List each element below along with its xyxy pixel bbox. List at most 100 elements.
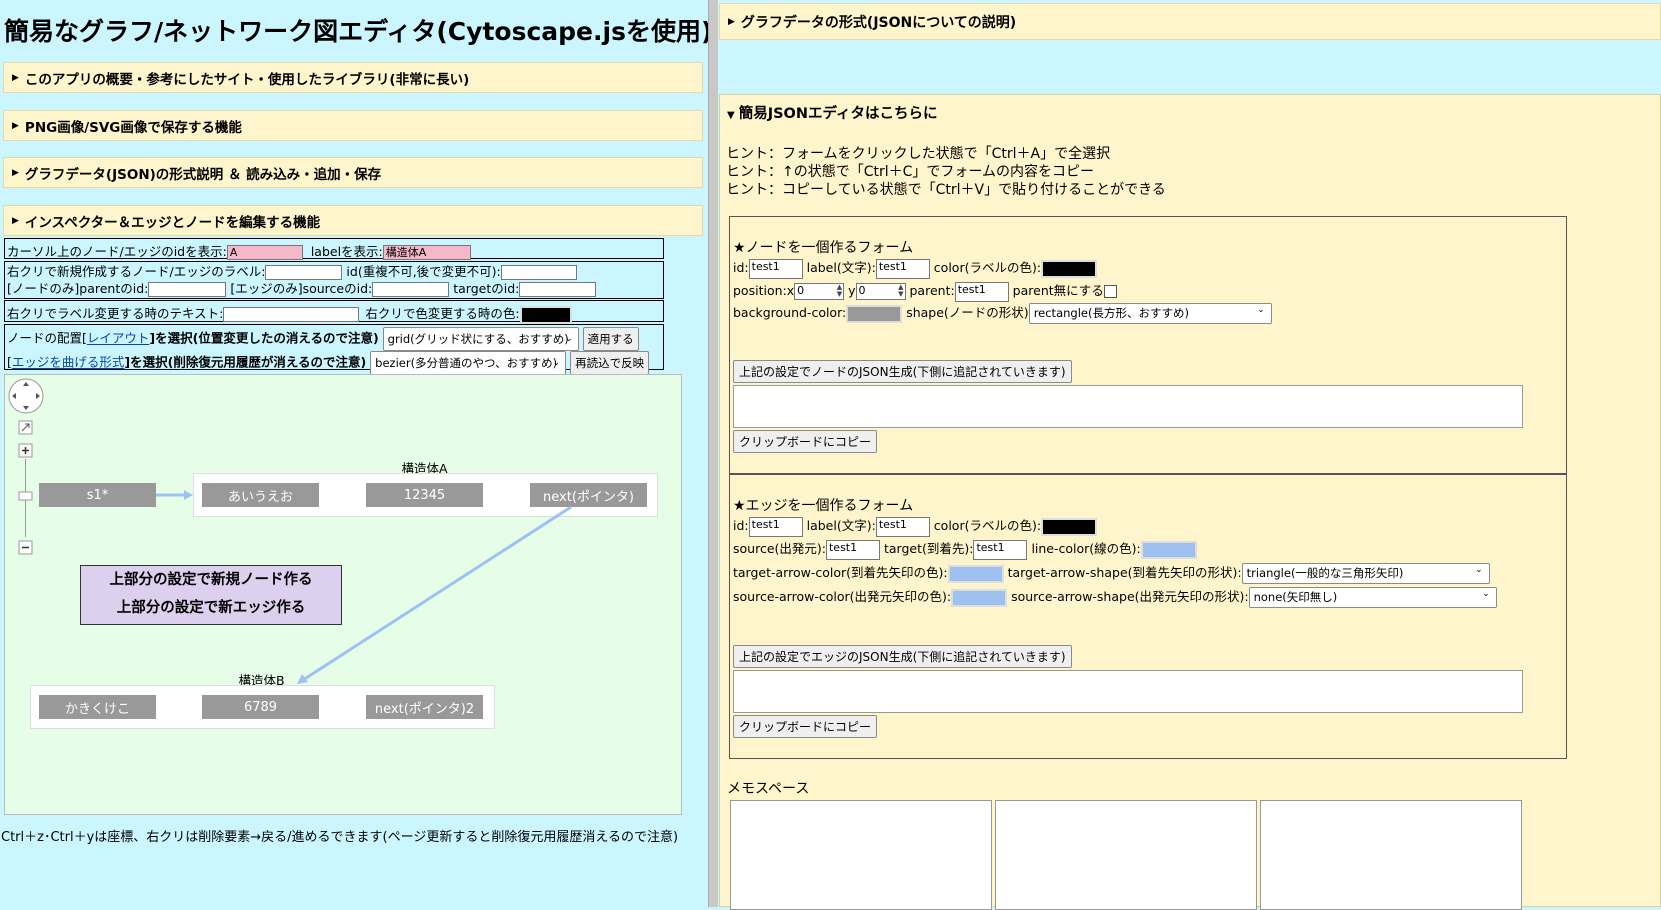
- no-parent-checkbox[interactable]: [1103, 285, 1117, 298]
- node-y-label: y: [848, 283, 856, 298]
- parent-id-input[interactable]: [148, 282, 227, 297]
- edge-color-picker[interactable]: [1041, 517, 1098, 536]
- node-bg-color-picker[interactable]: [846, 304, 903, 323]
- inspector-new-element-row: 右クリで新規作成するノード/エッジのラベル: id(重複不可,後で変更不可): …: [4, 261, 664, 299]
- node-x-value: 0: [797, 284, 805, 297]
- recolor-color-picker[interactable]: [519, 305, 572, 324]
- accordion-label: このアプリの概要・参考にしたサイト・使用したライブラリ(非常に長い): [24, 71, 470, 88]
- spinner-icon[interactable]: ▲ ▼: [837, 284, 842, 298]
- target-arrow-color-picker[interactable]: [947, 564, 1004, 583]
- node-color-picker[interactable]: [1041, 259, 1098, 278]
- edge-form-heading: ★エッジを一個作るフォーム: [733, 498, 914, 514]
- note-line-1: 上部分の設定で新規ノード作る: [109, 572, 313, 588]
- relabel-text-label: 右クリでラベル変更する時のテキスト:: [7, 306, 224, 321]
- accordion-json-io[interactable]: ▶ グラフデータ(JSON)の形式説明 ＆ 読み込み・追加・保存: [3, 157, 703, 188]
- apply-layout-button[interactable]: 適用する: [582, 327, 639, 351]
- node-parent-label: parent:: [909, 283, 955, 298]
- source-arrow-color-picker[interactable]: [951, 588, 1008, 607]
- json-editor-panel: ▼ 簡易JSONエディタはこちらに ヒント：フォームをクリックした状態で「Ctrl…: [719, 94, 1661, 910]
- edge-target-input[interactable]: test1: [973, 539, 1028, 560]
- node-position-label: position:x: [733, 283, 795, 298]
- generate-edge-json-button[interactable]: 上記の設定でエッジのJSON生成(下側に追記されていきます): [733, 645, 1072, 668]
- footer-note: Ctrl＋z･Ctrl＋yは座標、右クリは削除要素→戻る/進めるできます(ページ…: [1, 830, 679, 845]
- edge-form-line-1: id: test1 label(文字): test1 color(ラベルの色):: [733, 515, 1098, 537]
- edge-color-label: color(ラベルの色):: [933, 518, 1042, 533]
- accordion-label: グラフデータ(JSON)の形式説明 ＆ 読み込み・追加・保存: [24, 166, 382, 183]
- edge-form-line-2: source(出発元): test1 target(到着先): test1 line…: [733, 538, 1197, 560]
- edge-line-color-picker[interactable]: [1140, 540, 1197, 559]
- hover-id-field[interactable]: A: [226, 245, 303, 260]
- relabel-text-input[interactable]: [223, 307, 360, 322]
- new-id-label: id(重複不可,後で変更不可):: [346, 264, 501, 279]
- node-label-input[interactable]: test1: [875, 258, 930, 279]
- target-id-input[interactable]: [519, 282, 597, 297]
- memo-space-label: メモスペース: [727, 781, 810, 797]
- chevron-down-icon: ⌄: [552, 358, 561, 368]
- graph-canvas[interactable]: 構造体A s1* あいうえお 12345 next(ポインタ) 構造体B かきく…: [4, 374, 682, 815]
- edge-form: ★エッジを一個作るフォーム id: test1 label(文字): test1 c…: [729, 474, 1567, 759]
- target-arrow-shape-select[interactable]: triangle(一般的な三角形矢印) ⌄: [1241, 563, 1490, 584]
- hint-line-1: ヒント：フォームをクリックした状態で「Ctrl＋A」で全選択: [726, 146, 1111, 162]
- layout-post-text: ]を選択(位置変更したの消えるので注意): [149, 330, 379, 346]
- chevron-down-icon: ⌄: [1482, 589, 1490, 599]
- json-editor-title: 簡易JSONエディタはこちらに: [738, 106, 938, 122]
- new-label-input[interactable]: [265, 265, 343, 280]
- accordion-save-image[interactable]: ▶ PNG画像/SVG画像で保存する機能: [3, 110, 703, 141]
- generate-node-json-button[interactable]: 上記の設定でノードのJSON生成(下側に追記されていきます): [733, 360, 1072, 383]
- layout-pre-text: ノードの配置[: [7, 330, 87, 346]
- expand-triangle-icon: ▶: [12, 215, 19, 226]
- edge-next-to-b[interactable]: [302, 505, 572, 682]
- source-arrow-shape-value: none(矢印無し): [1253, 590, 1338, 604]
- node-json-textarea[interactable]: [733, 385, 1523, 428]
- edge-target-label: target(到着先):: [883, 541, 974, 556]
- reload-apply-button[interactable]: 再読込で反映: [570, 351, 650, 375]
- target-arrow-shape-label: target-arrow-shape(到着先矢印の形状):: [1007, 565, 1242, 580]
- node-shape-select[interactable]: rectangle(長方形、おすすめ) ⌄: [1028, 303, 1272, 324]
- source-arrow-shape-label: source-arrow-shape(出発元矢印の形状):: [1011, 589, 1249, 604]
- hint-line-2: ヒント：↑の状態で「Ctrl＋C」でフォームの内容をコピー: [726, 164, 1094, 180]
- memo-textarea-3[interactable]: [1260, 800, 1522, 910]
- layout-link[interactable]: レイアウト: [87, 331, 150, 346]
- accordion-inspector[interactable]: ▶ インスペクター＆エッジとノードを編集する機能: [3, 205, 703, 236]
- accordion-json-format[interactable]: ▶ グラフデータの形式(JSONについての説明): [719, 3, 1661, 40]
- source-arrow-shape-select[interactable]: none(矢印無し) ⌄: [1248, 587, 1497, 608]
- edge-json-textarea[interactable]: [733, 670, 1523, 713]
- edge-post-text: ]を選択(削除復元用履歴が消えるので注意): [124, 354, 367, 370]
- node-y-value: 0: [858, 284, 866, 297]
- edge-source-input[interactable]: test1: [825, 539, 880, 560]
- edge-id-input[interactable]: test1: [748, 516, 803, 537]
- edge-label-label: label(文字):: [806, 518, 876, 533]
- json-editor-summary[interactable]: ▼ 簡易JSONエディタはこちらに: [727, 102, 938, 123]
- hover-label-label: labelを表示:: [310, 244, 383, 259]
- hover-label-field[interactable]: 構造体A: [382, 245, 471, 260]
- pane-divider[interactable]: [708, 0, 718, 907]
- expand-triangle-icon: ▶: [728, 16, 735, 27]
- accordion-app-overview[interactable]: ▶ このアプリの概要・参考にしたサイト・使用したライブラリ(非常に長い): [3, 62, 703, 93]
- edge-label-input[interactable]: test1: [875, 516, 930, 537]
- edge-style-link[interactable]: エッジを曲げる形式: [12, 355, 125, 370]
- edge-line-color-label: line-color(線の色):: [1031, 541, 1141, 556]
- inspector-hover-row: カーソル上のノード/エッジのidを表示: A labelを表示: 構造体A: [4, 238, 664, 260]
- spinner-icon[interactable]: ▲ ▼: [898, 284, 903, 298]
- accordion-label: インスペクター＆エッジとノードを編集する機能: [24, 214, 321, 231]
- copy-node-json-button[interactable]: クリップボードにコピー: [733, 430, 878, 453]
- copy-edge-json-button[interactable]: クリップボードにコピー: [733, 715, 878, 738]
- layout-select-value: grid(グリッド状にする、おすすめ): [387, 332, 569, 346]
- note-node[interactable]: 上部分の設定で新規ノード作る 上部分の設定で新エッジ作る: [80, 565, 342, 625]
- node-id-input[interactable]: test1: [748, 258, 803, 279]
- memo-textarea-1[interactable]: [730, 800, 992, 910]
- new-id-input[interactable]: [500, 265, 577, 280]
- hint-block: ヒント：フォームをクリックした状態で「Ctrl＋A」で全選択 ヒント：↑の状態で…: [726, 145, 1166, 199]
- node-y-input[interactable]: 0 ▲ ▼: [855, 283, 906, 300]
- layout-select[interactable]: grid(グリッド状にする、おすすめ) ⌄: [382, 327, 579, 351]
- source-id-label: [エッジのみ]sourceのid:: [230, 281, 373, 296]
- target-arrow-shape-value: triangle(一般的な三角形矢印): [1246, 566, 1404, 580]
- node-form-line-2: position:x 0 ▲ ▼ y 0 ▲ ▼ parent: test1 parent無に…: [733, 280, 1117, 302]
- edge-style-select[interactable]: bezier(多分普通のやつ、おすすめ) ⌄: [370, 351, 567, 375]
- node-parent-input[interactable]: test1: [954, 281, 1009, 302]
- source-id-input[interactable]: [372, 282, 450, 297]
- node-x-input[interactable]: 0 ▲ ▼: [794, 283, 845, 300]
- memo-textarea-2[interactable]: [995, 800, 1257, 910]
- expand-triangle-icon: ▶: [12, 72, 19, 83]
- chevron-down-icon: ⌄: [565, 334, 573, 344]
